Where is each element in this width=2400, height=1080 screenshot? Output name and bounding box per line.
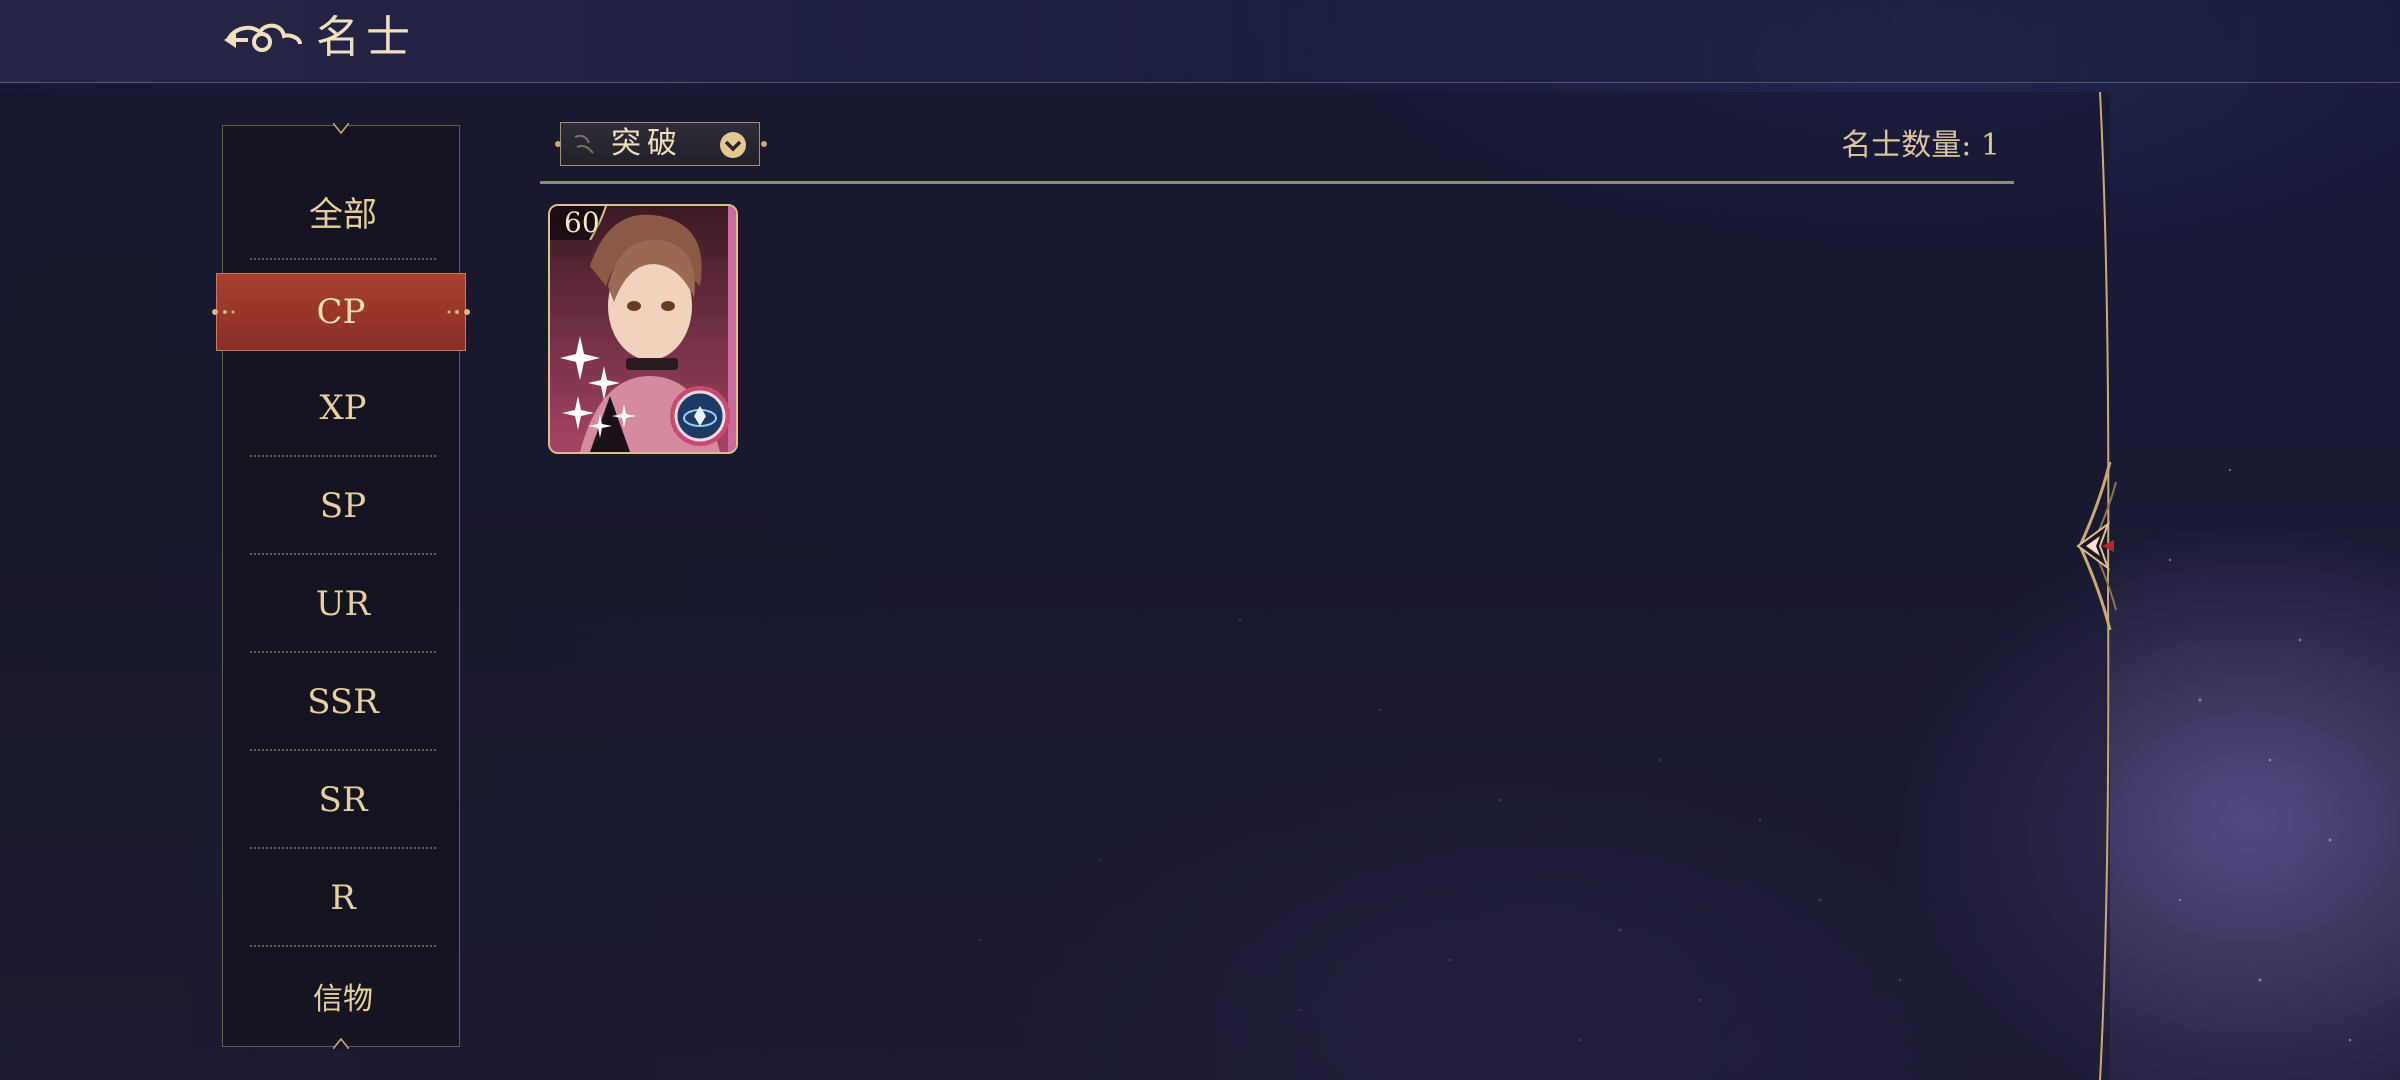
category-label: SSR [307,682,379,722]
filter-ornament-icon [574,134,594,154]
header-divider [540,181,2014,184]
category-label: CP [316,292,366,332]
category-cp-active[interactable]: CP [212,273,470,351]
category-ur[interactable]: UR [250,555,436,653]
category-label: 全部 [309,194,377,235]
category-token[interactable]: 信物 [250,947,436,1045]
category-xp[interactable]: XP [250,359,436,457]
hero-count: 名士数量: 1 [1841,128,2000,163]
category-all[interactable]: 全部 [250,162,436,260]
page-title: 名士 [316,12,416,63]
category-sr[interactable]: SR [250,751,436,849]
category-divider [250,258,436,260]
category-sp[interactable]: SP [250,457,436,555]
category-label: SR [318,780,368,820]
header-bar: 名士 [0,0,2400,83]
category-ssr[interactable]: SSR [250,653,436,751]
category-r[interactable]: R [250,849,436,947]
sparkle-stars-icon [560,336,636,438]
filter-dot-left [555,141,561,147]
hero-level: 60 [564,206,600,239]
cloud-back-icon[interactable] [220,14,304,66]
category-label: R [330,878,356,918]
sort-filter-dropdown[interactable]: 突破 [560,122,760,166]
sidebar-ornament-top [333,123,349,135]
chevron-down-circle-icon [720,132,746,158]
category-label: 信物 [313,982,373,1017]
category-label: SP [319,486,367,526]
ornament-left-icon [212,309,235,315]
ornament-right-icon [447,309,470,315]
arrow-left-icon[interactable] [2070,462,2122,630]
element-badge-icon [670,386,730,446]
hero-card[interactable]: 60 [548,204,738,454]
category-label: XP [319,388,367,428]
filter-dot-right [761,141,767,147]
category-label: UR [315,584,371,624]
filter-label: 突破 [611,126,683,161]
